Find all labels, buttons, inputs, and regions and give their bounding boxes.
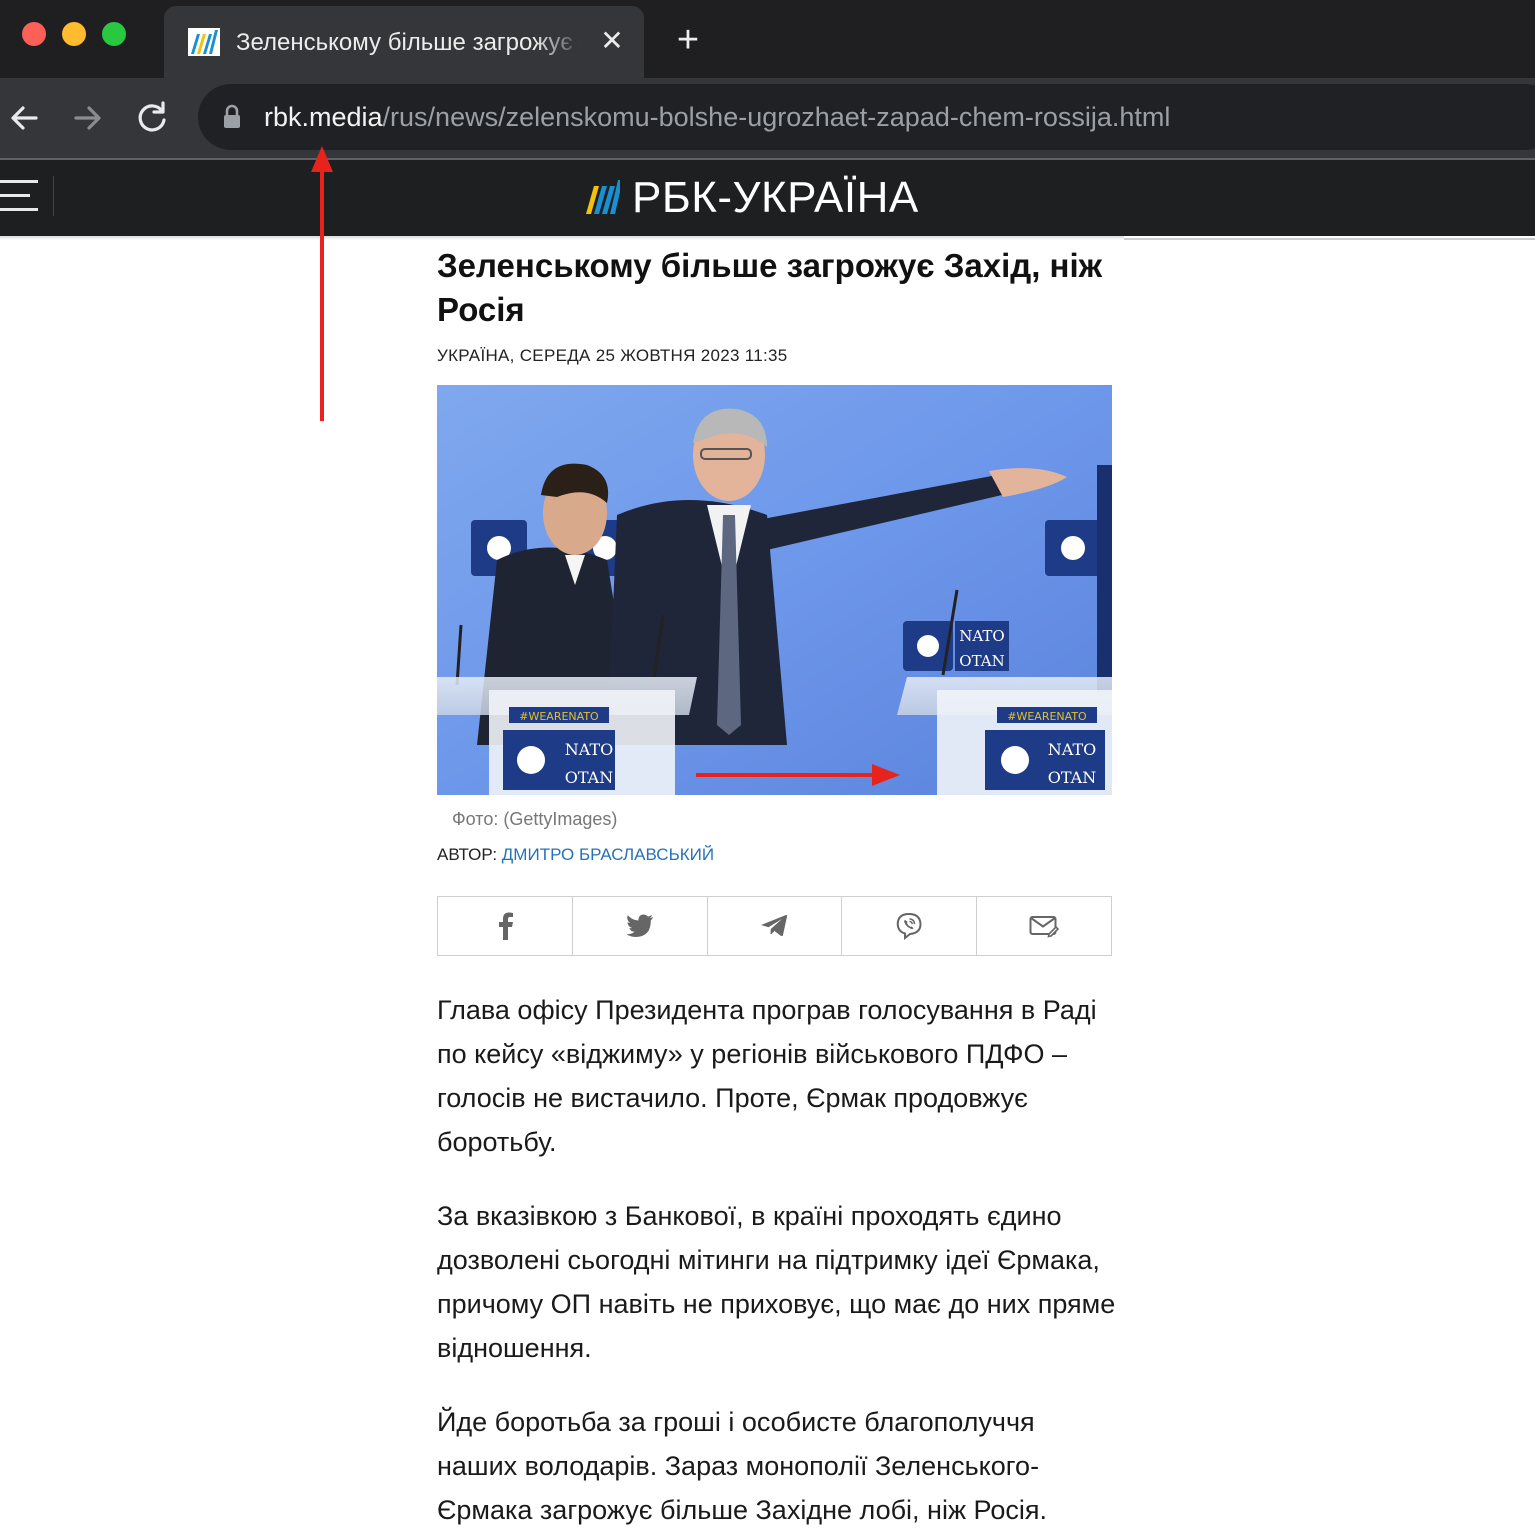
article-paragraph: Йде боротьба за гроші і особисте благопо… <box>437 1407 1047 1525</box>
close-window-button[interactable] <box>22 22 46 46</box>
share-facebook-button[interactable] <box>438 897 573 955</box>
tab-title-fade <box>534 24 584 62</box>
article-paragraph: За вказівкою з Банкової, в країні проход… <box>437 1201 1116 1363</box>
share-twitter-button[interactable] <box>573 897 708 955</box>
browser-tab-active[interactable]: Зеленському більше загрожує Захід, ніж Р… <box>164 6 644 78</box>
url-path: /rus/news/zelenskomu-bolshe-ugrozhaet-za… <box>382 102 1171 132</box>
rbk-favicon-icon <box>188 28 220 56</box>
photo-podium-tag-left: #WEARENATO <box>519 710 599 723</box>
tab-close-button[interactable]: ✕ <box>596 23 628 59</box>
share-viber-button[interactable] <box>842 897 978 955</box>
photo-sign-otan-left: OTAN <box>565 768 613 787</box>
lock-icon[interactable] <box>222 104 242 130</box>
share-telegram-button[interactable] <box>708 897 843 955</box>
photo-podium-tag-right: #WEARENATO <box>1007 710 1087 723</box>
address-bar[interactable]: rbk.media/rus/news/zelenskomu-bolshe-ugr… <box>198 84 1535 150</box>
header-shadow <box>0 236 1124 240</box>
new-tab-button[interactable]: + <box>668 20 708 60</box>
article-paragraph: Глава офісу Президента програв голосуван… <box>437 995 1097 1157</box>
logo-text: РБК-УКРАЇНА <box>632 173 919 222</box>
viber-icon <box>896 912 922 940</box>
author-byline: АВТОР: ДМИТРО БРАСЛАВСЬКИЙ <box>437 843 714 867</box>
mail-icon <box>1029 916 1060 938</box>
photo-sign-nato-right: NATO <box>1048 740 1096 759</box>
author-label: АВТОР: <box>437 845 502 864</box>
photo-caption: Фото: (GettyImages) <box>452 809 618 829</box>
back-arrow-icon[interactable] <box>4 98 44 138</box>
article-dateline: УКРАЇНА, СЕРЕДА 25 ЖОВТНЯ 2023 11:35 <box>437 346 788 365</box>
minimize-window-button[interactable] <box>62 22 86 46</box>
facebook-icon <box>498 912 513 940</box>
twitter-icon <box>626 914 653 937</box>
reload-icon[interactable] <box>132 98 172 138</box>
article-photo[interactable]: NATO OTAN #WEARENATO NATO OTAN #WEARENAT… <box>437 385 1112 795</box>
tab-title: Зеленському більше загрожує Захід, ніж Р… <box>236 29 581 56</box>
browser-tab-bar: Зеленському більше загрожує Захід, ніж Р… <box>0 0 1535 78</box>
share-email-button[interactable] <box>977 897 1111 955</box>
site-header: РБК-УКРАЇНА <box>0 160 1535 236</box>
url-domain: rbk.media <box>264 102 383 132</box>
url-text[interactable]: rbk.media/rus/news/zelenskomu-bolshe-ugr… <box>264 100 1170 134</box>
menu-hamburger-icon[interactable] <box>0 180 38 212</box>
nato-press-photo: NATO OTAN #WEARENATO NATO OTAN #WEARENAT… <box>437 385 1112 795</box>
photo-sign-nato-top: NATO <box>959 627 1004 645</box>
photo-sign-nato-left: NATO <box>565 740 613 759</box>
forward-arrow-icon[interactable] <box>68 98 108 138</box>
author-link[interactable]: ДМИТРО БРАСЛАВСЬКИЙ <box>502 845 714 864</box>
share-bar <box>437 896 1112 956</box>
telegram-icon <box>761 914 788 937</box>
maximize-window-button[interactable] <box>102 22 126 46</box>
photo-sign-otan-right: OTAN <box>1048 768 1096 787</box>
header-divider <box>53 176 54 216</box>
photo-sign-otan-top: OTAN <box>959 652 1004 670</box>
rbk-logo-icon <box>586 180 620 214</box>
sidebar-rule <box>1124 238 1535 240</box>
browser-toolbar: rbk.media/rus/news/zelenskomu-bolshe-ugr… <box>0 78 1535 158</box>
article-headline: Зеленському більше загрожує Захід, ніж Р… <box>437 247 1103 328</box>
